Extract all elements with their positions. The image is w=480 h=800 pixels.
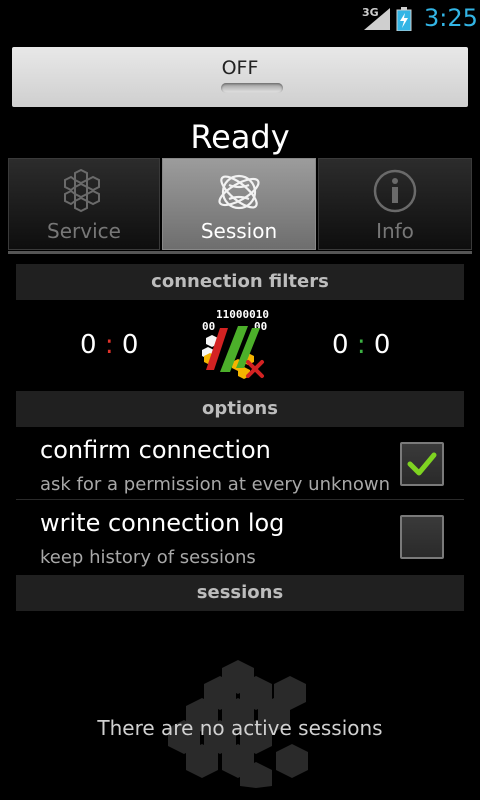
options-header: options	[16, 391, 464, 427]
left-counter-separator: :	[104, 330, 114, 360]
signal-icon	[364, 8, 390, 30]
option-subtitle: ask for a permission at every unknown	[40, 474, 390, 495]
tab-bar: Service Session Info	[8, 158, 472, 254]
tab-divider	[8, 251, 472, 254]
service-toggle-button[interactable]: OFF	[12, 47, 468, 107]
battery-charging-icon	[396, 7, 412, 31]
status-bar: 3G 3:25	[0, 0, 480, 38]
option-write-connection-log[interactable]: write connection log keep history of ses…	[16, 501, 464, 573]
globe-icon	[218, 174, 260, 210]
tab-info[interactable]: Info	[318, 158, 472, 250]
toggle-indicator	[221, 83, 283, 93]
right-counter-separator: :	[356, 330, 366, 360]
right-filter-counter[interactable]: 0 : 0	[332, 330, 390, 360]
info-icon	[373, 169, 417, 213]
option-title: write connection log	[40, 509, 285, 537]
left-counter-a: 0	[80, 330, 97, 360]
connection-filters-header: connection filters	[16, 264, 464, 300]
no-sessions-message: There are no active sessions	[97, 716, 383, 740]
hexagon-cluster-icon	[64, 169, 100, 213]
option-confirm-connection[interactable]: confirm connection ask for a permission …	[16, 428, 464, 500]
tab-session[interactable]: Session	[162, 158, 316, 250]
tab-session-label: Session	[200, 219, 278, 243]
binary-filter-icon: 11000010 00 00	[202, 308, 269, 379]
toggle-label: OFF	[221, 57, 259, 79]
svg-text:00: 00	[202, 320, 215, 333]
option-title: confirm connection	[40, 436, 271, 464]
right-counter-a: 0	[332, 330, 349, 360]
tab-service-label: Service	[47, 219, 121, 243]
status-title: Ready	[190, 118, 290, 156]
left-counter-b: 0	[121, 330, 139, 360]
option-subtitle: keep history of sessions	[40, 547, 256, 568]
clock: 3:25	[424, 4, 478, 32]
confirm-connection-checkbox[interactable]	[400, 442, 444, 486]
tab-service[interactable]: Service	[8, 158, 160, 250]
left-filter-counter[interactable]: 0 : 0	[80, 330, 138, 360]
sessions-header: sessions	[16, 575, 464, 611]
checkmark-icon	[407, 452, 437, 476]
tab-info-label: Info	[376, 219, 414, 243]
right-counter-b: 0	[373, 330, 391, 360]
write-connection-log-checkbox[interactable]	[400, 515, 444, 559]
